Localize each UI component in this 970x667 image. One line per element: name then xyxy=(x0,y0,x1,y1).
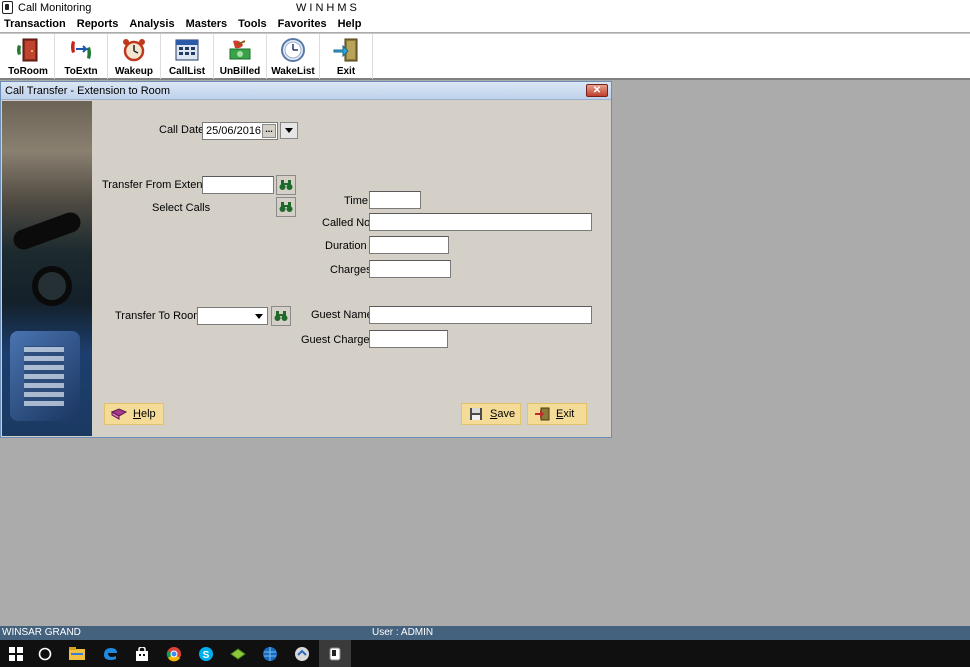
call-date-label: Call Date xyxy=(159,124,205,136)
windows-taskbar: S xyxy=(0,640,970,667)
menu-analysis[interactable]: Analysis xyxy=(125,16,178,32)
toextn-button[interactable]: ToExtn xyxy=(55,34,108,79)
status-company: WINSAR GRAND xyxy=(2,627,81,638)
unbilled-money-icon xyxy=(227,36,253,63)
room-dropdown-button[interactable] xyxy=(252,309,266,323)
transfer-to-room-select[interactable] xyxy=(197,307,268,325)
wakelist-button[interactable]: WakeList xyxy=(267,34,320,79)
transfer-to-room-label: Transfer To Room xyxy=(115,310,203,322)
exit-icon xyxy=(534,407,550,421)
select-calls-label: Select Calls xyxy=(152,202,211,214)
exit-form-button[interactable]: Exit xyxy=(527,403,587,425)
search-room-button[interactable] xyxy=(271,306,291,326)
guest-charges-label: Guest Charges xyxy=(301,334,375,346)
dialog-close-button[interactable]: ✕ xyxy=(586,84,608,97)
menu-bar: Transaction Reports Analysis Masters Too… xyxy=(0,16,970,32)
binoculars-icon xyxy=(274,311,288,321)
app-icon[interactable] xyxy=(222,640,254,667)
help-book-icon xyxy=(111,407,127,421)
chrome-icon[interactable] xyxy=(158,640,190,667)
transfer-to-room-icon xyxy=(15,36,41,63)
app-globe-icon[interactable] xyxy=(254,640,286,667)
chevron-down-icon xyxy=(285,128,293,133)
app-title: Call Monitoring xyxy=(18,2,92,14)
app-phone-icon xyxy=(2,1,13,14)
floppy-disk-icon xyxy=(468,407,484,421)
menu-transaction[interactable]: Transaction xyxy=(0,16,70,32)
charges-label: Charges xyxy=(330,264,372,276)
menu-masters[interactable]: Masters xyxy=(182,16,232,32)
alarm-clock-icon xyxy=(121,36,147,63)
app-center-title: WINHMS xyxy=(296,2,360,14)
calllist-button[interactable]: CallList xyxy=(161,34,214,79)
guest-charges-field[interactable] xyxy=(369,330,448,348)
skype-icon[interactable]: S xyxy=(190,640,222,667)
exit-door-icon xyxy=(333,36,359,63)
called-no-field[interactable] xyxy=(369,213,592,231)
status-user: User : ADMIN xyxy=(372,627,434,638)
transfer-from-extension-input[interactable] xyxy=(202,176,274,194)
chevron-down-icon xyxy=(255,314,263,319)
clock-icon xyxy=(280,36,306,63)
transfer-to-extension-icon xyxy=(68,36,94,63)
menu-favorites[interactable]: Favorites xyxy=(274,16,331,32)
dialog-title: Call Transfer - Extension to Room xyxy=(5,85,171,97)
toroom-button[interactable]: ToRoom xyxy=(2,34,55,79)
start-windows-icon[interactable] xyxy=(0,640,32,667)
store-icon[interactable] xyxy=(126,640,158,667)
date-picker-button[interactable]: ... xyxy=(262,124,276,138)
charges-field[interactable] xyxy=(369,260,451,278)
calculator-list-icon xyxy=(174,36,200,63)
wakeup-button[interactable]: Wakeup xyxy=(108,34,161,79)
search-circle-icon[interactable] xyxy=(29,640,61,667)
edge-browser-icon[interactable] xyxy=(94,640,126,667)
duration-label: Duration xyxy=(325,240,367,252)
status-bar: WINSAR GRAND User : ADMIN xyxy=(0,626,970,640)
window-title-bar: Call Monitoring WINHMS xyxy=(0,0,970,16)
guest-name-label: Guest Name xyxy=(311,309,373,321)
time-label: Time xyxy=(344,195,369,207)
unbilled-button[interactable]: UnBilled xyxy=(214,34,267,79)
app-arrow-icon[interactable] xyxy=(286,640,318,667)
telephone-side-image xyxy=(2,101,92,436)
dialog-title-bar: Call Transfer - Extension to Room ✕ xyxy=(1,82,611,100)
call-transfer-dialog: Call Transfer - Extension to Room ✕ xyxy=(0,81,612,438)
binoculars-icon xyxy=(279,202,293,212)
menu-reports[interactable]: Reports xyxy=(73,16,123,32)
time-field[interactable] xyxy=(369,191,421,209)
save-button[interactable]: Save xyxy=(461,403,521,425)
select-calls-button[interactable] xyxy=(276,197,296,217)
file-explorer-icon[interactable] xyxy=(61,640,93,667)
duration-field[interactable] xyxy=(369,236,449,254)
call-monitoring-app-icon[interactable] xyxy=(319,640,351,667)
menu-help[interactable]: Help xyxy=(334,16,366,32)
help-button[interactable]: Help xyxy=(104,403,164,425)
svg-text:S: S xyxy=(203,650,210,661)
exit-button[interactable]: Exit xyxy=(320,34,373,79)
menu-tools[interactable]: Tools xyxy=(234,16,271,32)
called-no-label: Called No xyxy=(322,217,371,229)
binoculars-icon xyxy=(279,180,293,190)
toolbar: ToRoom ToExtn Wakeup CallList UnBilled W… xyxy=(0,33,970,80)
date-dropdown-button[interactable] xyxy=(280,122,298,139)
guest-name-field[interactable] xyxy=(369,306,592,324)
search-extension-button[interactable] xyxy=(276,175,296,195)
